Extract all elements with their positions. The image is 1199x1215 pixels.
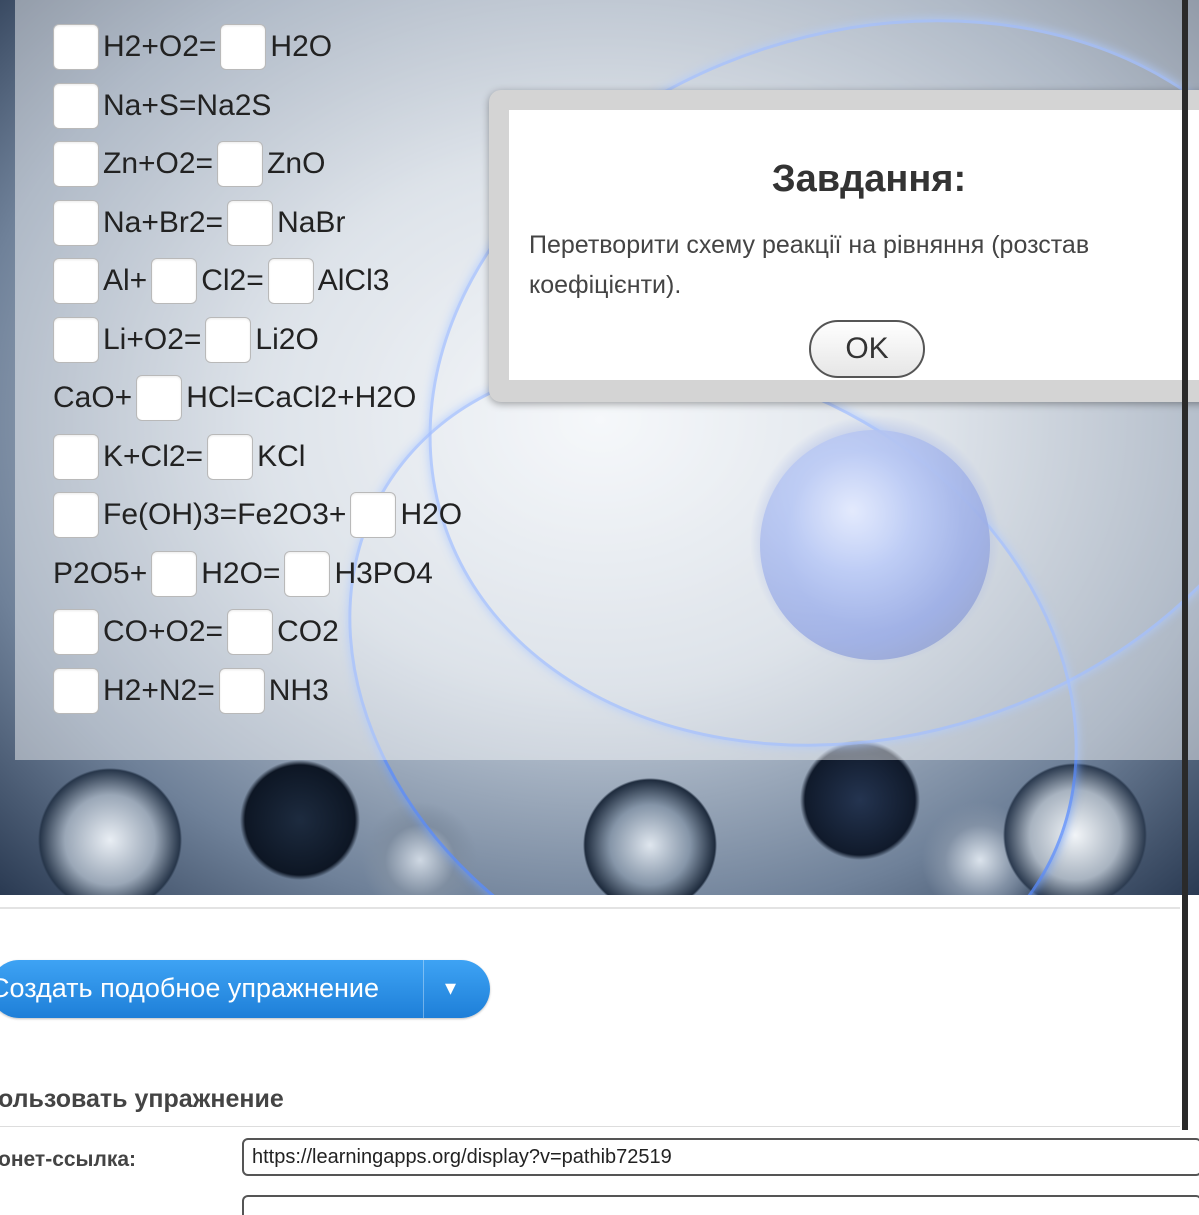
button-split-divider <box>423 960 424 1018</box>
equation-text: NH3 <box>268 673 329 707</box>
ok-button[interactable]: OK <box>809 320 925 378</box>
equation-text: H2O <box>270 30 333 63</box>
equation-row: Al+ Cl2= AlCl3 <box>53 257 393 305</box>
coefficient-input[interactable] <box>217 141 264 187</box>
equation-text: Zn+O2= <box>103 147 214 180</box>
equation-row: CaO+ HCl=CaCl2+H2O <box>53 374 420 422</box>
coefficient-input[interactable] <box>227 609 274 655</box>
equation-text: Li+O2= <box>103 322 202 356</box>
coefficient-input[interactable] <box>53 24 99 70</box>
equation-text: H3PO4 <box>334 556 433 590</box>
equation-row: H2+O2= H2O <box>53 23 336 71</box>
coefficient-input[interactable] <box>218 667 265 714</box>
coefficient-input[interactable] <box>227 199 274 246</box>
equation-text: NaBr <box>277 205 346 239</box>
equation-text: H2O= <box>201 556 281 590</box>
equation-row: Li+O2= Li2O <box>53 316 323 364</box>
coefficient-input[interactable] <box>53 141 99 187</box>
coefficient-input[interactable] <box>207 433 254 480</box>
equation-text: K+Cl2= <box>103 439 204 473</box>
task-dialog-content: Завдання: Перетворити схему реакції на р… <box>509 110 1199 380</box>
equation-text: ZnO <box>267 147 326 180</box>
equation-text: AlCl3 <box>317 264 390 297</box>
coefficient-input[interactable] <box>53 433 99 480</box>
dialog-title: Завдання: <box>771 158 967 200</box>
equation-text: Cl2= <box>201 264 264 297</box>
create-similar-exercise-button[interactable]: Создать подобное упражнение ▾ <box>0 960 490 1018</box>
equation-text: Na+S=Na2S <box>103 88 272 122</box>
coefficient-input[interactable] <box>53 316 99 363</box>
equation-text: CaO+ <box>53 381 133 414</box>
equation-row: Na+S=Na2S <box>53 82 275 130</box>
internet-link-field[interactable] <box>242 1138 1199 1176</box>
equation-text: KCl <box>257 439 306 473</box>
equation-row: H2+N2= NH3 <box>53 667 333 715</box>
equation-row: P2O5+ H2O= H3PO4 <box>53 550 437 598</box>
equation-text: HCl=CaCl2+H2O <box>186 381 417 414</box>
exercise-stage: H2+O2= H2O Na+S=Na2S Zn+O2= ZnO Na+Br2= NaBr Al… <box>0 0 1199 895</box>
caret-down-icon[interactable]: ▾ <box>445 975 456 1001</box>
equation-text: P2O5+ <box>53 556 148 590</box>
equation-row: Fe(OH)3=Fe2O3+ H2O <box>53 491 466 539</box>
coefficient-input[interactable] <box>53 609 99 655</box>
divider <box>0 907 1180 909</box>
coefficient-input[interactable] <box>284 550 331 597</box>
equation-row: CO+O2= CO2 <box>53 608 343 656</box>
coefficient-input[interactable] <box>267 258 314 304</box>
equation-text: Na+Br2= <box>103 205 224 239</box>
coefficient-input[interactable] <box>220 24 267 70</box>
page-footer: Создать подобное упражнение ▾ ользовать … <box>0 895 1199 1215</box>
coefficient-input[interactable] <box>151 258 198 304</box>
coefficient-input[interactable] <box>53 492 99 538</box>
equation-text: H2O <box>400 498 463 531</box>
create-similar-exercise-label: Создать подобное упражнение <box>0 973 379 1003</box>
equation-text: H2+N2= <box>103 673 215 707</box>
coefficient-input[interactable] <box>205 316 252 363</box>
divider <box>0 1126 1180 1127</box>
use-exercise-heading: ользовать упражнение <box>0 1085 284 1113</box>
task-dialog: Завдання: Перетворити схему реакції на р… <box>489 90 1199 402</box>
coefficient-input[interactable] <box>53 258 99 304</box>
coefficient-input[interactable] <box>53 199 99 246</box>
equation-text: Li2O <box>255 322 319 356</box>
dialog-instructions: Перетворити схему реакції на рівняння (р… <box>529 231 1090 299</box>
equation-row: Na+Br2= NaBr <box>53 199 349 247</box>
next-field-partial[interactable] <box>242 1195 1199 1215</box>
equation-text: H2+O2= <box>103 30 217 63</box>
equation-row: K+Cl2= KCl <box>53 433 309 481</box>
coefficient-input[interactable] <box>53 82 99 129</box>
equation-text: CO+O2= <box>103 615 224 648</box>
coefficient-input[interactable] <box>350 492 397 538</box>
equation-text: CO2 <box>277 615 339 648</box>
internet-link-label: онет-ссылка: <box>0 1148 137 1171</box>
page-scrollbar[interactable] <box>1182 0 1188 1130</box>
coefficient-input[interactable] <box>136 375 183 421</box>
equation-text: Al+ <box>103 264 148 297</box>
coefficient-input[interactable] <box>53 667 99 714</box>
coefficient-input[interactable] <box>151 550 198 597</box>
equation-text: Fe(OH)3=Fe2O3+ <box>103 498 347 531</box>
equation-row: Zn+O2= ZnO <box>53 140 329 188</box>
